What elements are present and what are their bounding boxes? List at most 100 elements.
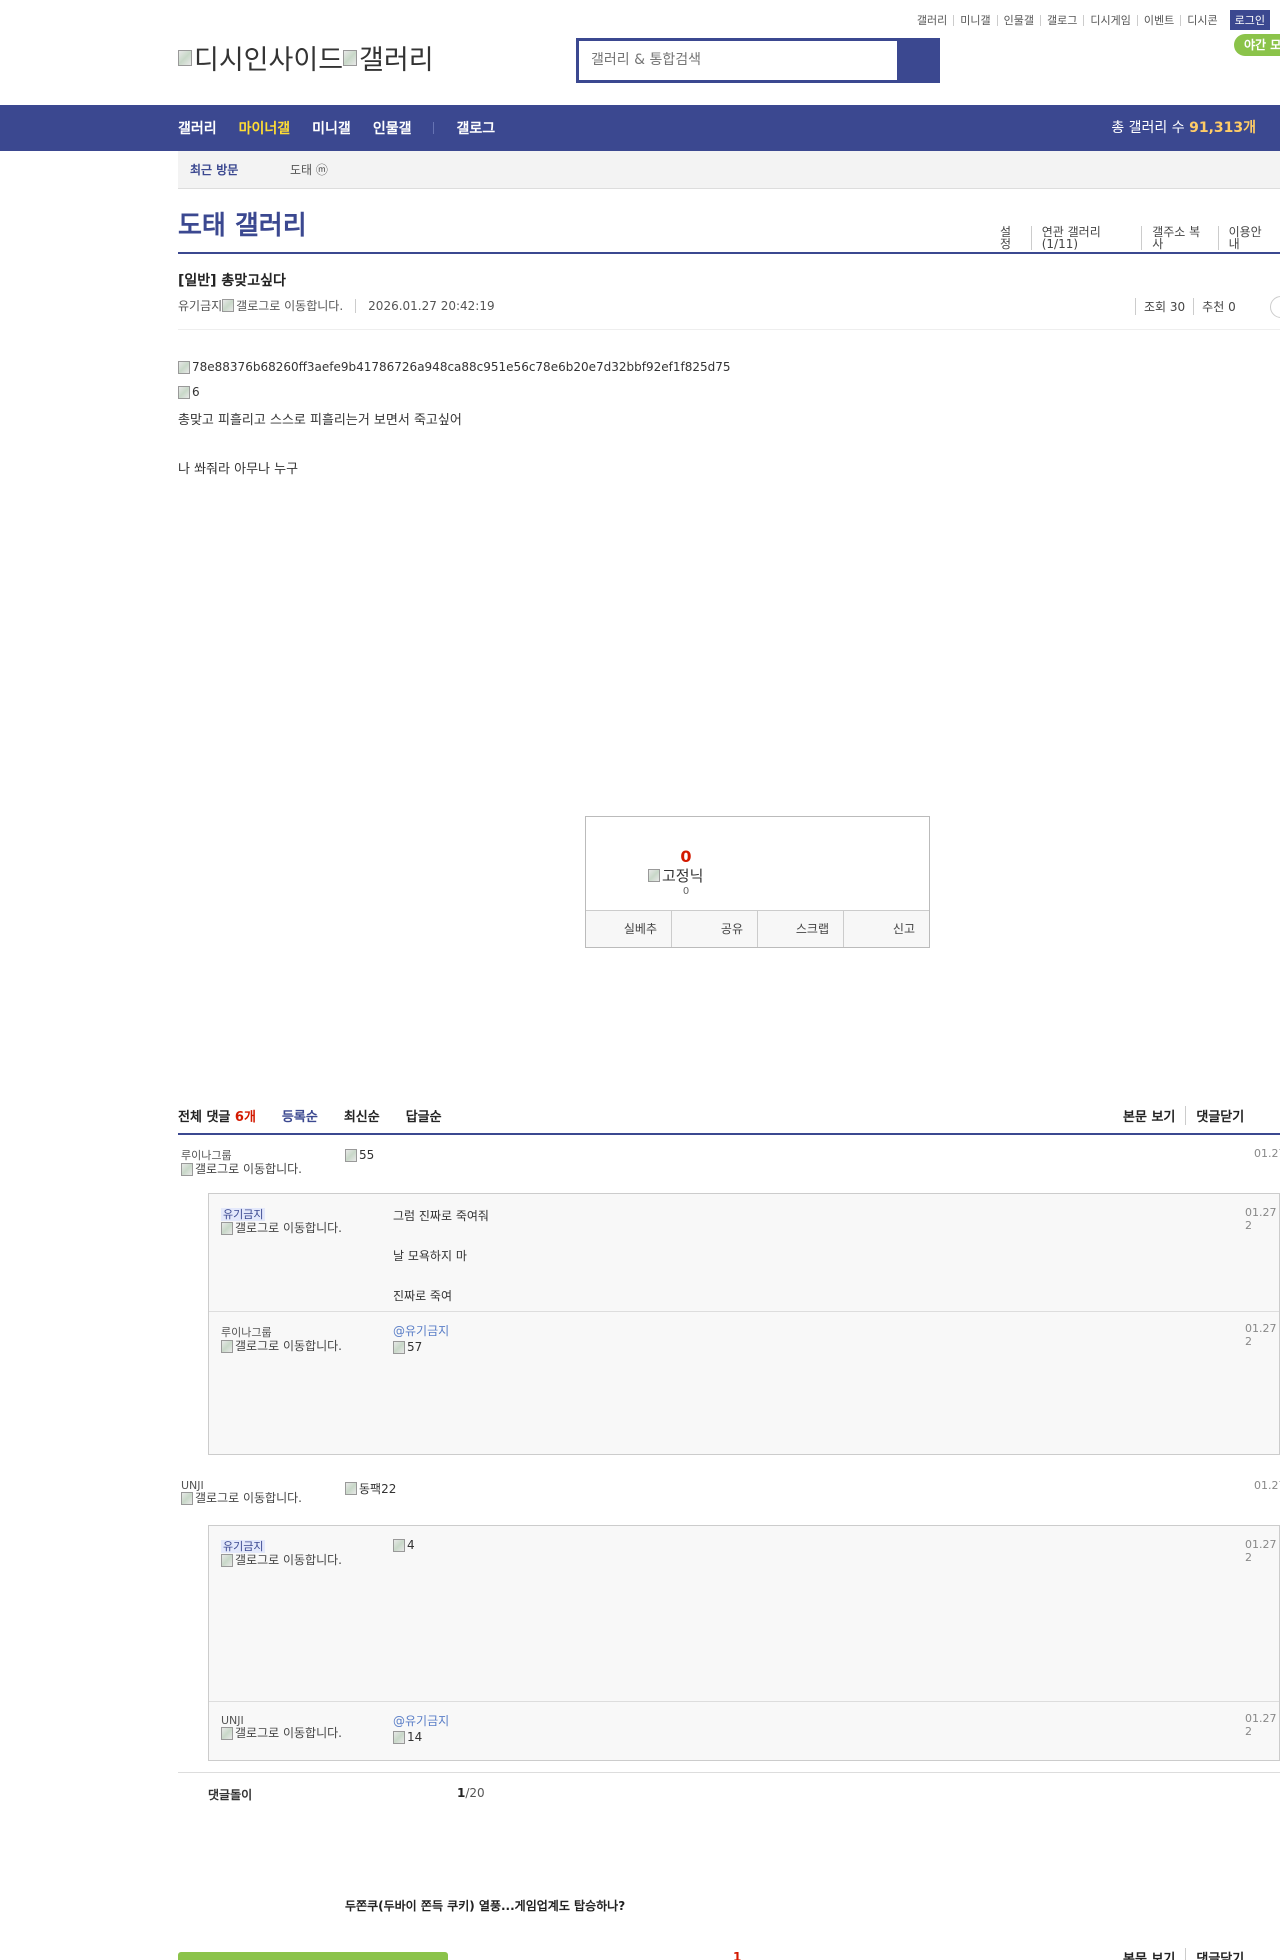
comment-image-alt: 57: [407, 1340, 423, 1354]
post-header-divider: [178, 329, 1280, 330]
view-post-link[interactable]: 본문 보기: [1123, 1106, 1185, 1125]
reply-text-line: 그럼 진짜로 죽여줘: [393, 1209, 489, 1223]
broken-image-icon: [221, 1727, 233, 1740]
util-nav: 갤러리 미니갤 인물갤 갤로그 디시게임 이벤트 디시콘 로그인: [911, 10, 1270, 30]
comment-nick[interactable]: 유기금지: [221, 1540, 266, 1553]
util-link-dccon[interactable]: 디시콘: [1180, 14, 1223, 26]
gallog-link[interactable]: 갤로그로 이동합니다.: [221, 1340, 351, 1353]
broken-image-icon: [393, 1340, 405, 1354]
recent-visit-item[interactable]: 도태 ⓜ: [290, 151, 328, 189]
comment-date: 01.27 2: [1245, 1322, 1277, 1348]
fixed-nick-count: 0: [682, 886, 690, 897]
gallery-title[interactable]: 도태 갤러리: [178, 205, 307, 242]
broken-image-icon: [345, 1148, 357, 1162]
util-link-game[interactable]: 디시게임: [1083, 14, 1136, 26]
gallog-link[interactable]: 갤로그로 이동합니다.: [181, 1492, 311, 1505]
comment-nick[interactable]: 루이나그룹: [181, 1147, 311, 1163]
recommend-box: 0 고정닉 0 실베추 공유 스크랩 신고: [585, 816, 930, 948]
util-link-event[interactable]: 이벤트: [1136, 14, 1180, 26]
silbe-recommend-button[interactable]: 실베추: [586, 911, 671, 947]
comment-refresh-button[interactable]: 댓글돌이: [208, 1786, 252, 1803]
bottom-links: 본문 보기 댓글닫기: [1123, 1948, 1254, 1960]
site-logo[interactable]: 디시인사이드 갤러리: [178, 38, 434, 77]
gallog-link[interactable]: 갤로그로 이동합니다.: [221, 1554, 351, 1567]
gallog-alt-text: 갤로그로 이동합니다.: [236, 299, 344, 313]
close-comments-link[interactable]: 댓글닫기: [1185, 1948, 1254, 1960]
sort-replies[interactable]: 답글순: [406, 1106, 442, 1125]
scrap-button[interactable]: 스크랩: [757, 911, 843, 947]
comment-date: 01.27 2: [1245, 1712, 1277, 1738]
reply-item: 루이나그룹 갤로그로 이동합니다. @유기금지 57 01.27 2: [209, 1311, 1279, 1455]
reply-text-line: 진짜로 죽여: [393, 1289, 453, 1303]
more-options-icon[interactable]: [1270, 296, 1280, 318]
post-title: [일반] 총맞고싶다: [178, 273, 286, 289]
gallog-icon[interactable]: [222, 299, 235, 312]
util-link-gallog[interactable]: 갤로그: [1040, 14, 1083, 26]
gallog-link-text: 갤로그로 이동합니다.: [195, 1491, 302, 1505]
reply-box: 유기금지 갤로그로 이동합니다. 4 01.27 2 UNJI 갤로그로 이동합…: [208, 1525, 1280, 1761]
reply-mention[interactable]: @유기금지: [393, 1712, 449, 1729]
view-post-link[interactable]: 본문 보기: [1123, 1948, 1185, 1960]
post-date: 2026.01.27 20:42:19: [355, 298, 495, 313]
util-link-person[interactable]: 인물갤: [996, 14, 1040, 26]
nav-divider: [433, 122, 435, 134]
gallog-link[interactable]: 갤로그로 이동합니다.: [181, 1163, 311, 1176]
gallery-count-label: 총 갤러리 수: [1111, 120, 1185, 136]
nav-mini-gallery[interactable]: 미니갤: [312, 118, 351, 138]
related-gallery-link[interactable]: 연관 갤러리(1/11): [1030, 226, 1141, 250]
copy-address-link[interactable]: 갤주소 복사: [1141, 226, 1217, 250]
util-link-gallery[interactable]: 갤러리: [911, 15, 953, 26]
write-button-bar[interactable]: [178, 1952, 448, 1960]
reply-box: 유기금지 갤로그로 이동합니다. 그럼 진짜로 죽여줘 날 모욕하지 마 진짜로…: [208, 1193, 1280, 1455]
gallery-count-value: 91,313개: [1189, 120, 1256, 136]
news-headline-link[interactable]: 두쫀쿠(두바이 쫀득 쿠키) 열풍...게임업계도 탑승하나?: [345, 1897, 625, 1914]
usage-guide-link[interactable]: 이용안내: [1217, 226, 1280, 250]
gallog-link[interactable]: 갤로그로 이동합니다.: [221, 1727, 351, 1740]
recent-visit-bar: 최근 방문 도태 ⓜ: [178, 151, 1280, 189]
nav-minor-gallery[interactable]: 마이너갤: [239, 118, 291, 138]
broken-image-icon: [178, 360, 190, 374]
login-button[interactable]: 로그인: [1229, 10, 1270, 30]
nav-person-gallery[interactable]: 인물갤: [373, 118, 412, 138]
sort-latest[interactable]: 최신순: [344, 1106, 380, 1125]
broken-image-icon: [221, 1554, 233, 1567]
nav-gallery[interactable]: 갤러리: [178, 118, 217, 138]
sort-registered[interactable]: 등록순: [282, 1106, 318, 1125]
comment-image-alt: 동팩22: [359, 1482, 397, 1496]
night-mode-toggle[interactable]: 야간 모드: [1234, 34, 1280, 56]
comment-nick[interactable]: 유기금지: [221, 1208, 266, 1221]
gallog-link-text: 갤로그로 이동합니다.: [195, 1162, 302, 1176]
fixed-nick-recommend[interactable]: 고정닉: [648, 865, 703, 886]
gallery-settings-link[interactable]: 설정: [990, 226, 1031, 250]
post-image-1: 78e88376b68260ff3aefe9b41786726a948ca88c…: [178, 360, 731, 374]
recent-visit-label: 최근 방문: [190, 163, 239, 177]
share-button[interactable]: 공유: [671, 911, 757, 947]
comment-item: UNJI 갤로그로 이동합니다.: [181, 1479, 311, 1505]
comment-pagination: 1/20: [457, 1786, 485, 1800]
report-button[interactable]: 신고: [843, 911, 929, 947]
post-author[interactable]: 유기금지: [178, 297, 222, 314]
comments-header-divider: [178, 1133, 1280, 1135]
search-input[interactable]: [579, 41, 897, 80]
close-comments-link[interactable]: 댓글닫기: [1185, 1106, 1254, 1125]
comments-total-label: 전체 댓글: [178, 1110, 231, 1125]
page-number[interactable]: 1: [733, 1950, 741, 1960]
fixed-nick-label: 고정닉: [662, 867, 704, 885]
broken-image-icon: [345, 1482, 357, 1495]
gallog-link[interactable]: 갤로그로 이동합니다.: [221, 1222, 351, 1235]
reply-content: 14: [393, 1730, 422, 1744]
comment-item: 루이나그룹 갤로그로 이동합니다.: [181, 1147, 311, 1176]
comment-image-alt: 55: [359, 1148, 375, 1162]
search-button[interactable]: [897, 41, 937, 80]
gallery-count: 총 갤러리 수 91,313개: [1111, 105, 1256, 151]
nav-gallog[interactable]: 갤로그: [456, 118, 495, 138]
comment-date: 01.27 2: [1245, 1538, 1277, 1564]
post-text-line-1: 총맞고 피흘리고 스스로 피흘리는거 보면서 죽고싶어: [178, 413, 462, 428]
util-link-minigall[interactable]: 미니갤: [953, 14, 996, 26]
gallog-link-text: 갤로그로 이동합니다.: [235, 1221, 342, 1235]
search-box: [576, 38, 940, 83]
logo-text: 디시인사이드: [194, 45, 344, 76]
reply-mention[interactable]: @유기금지: [393, 1322, 449, 1339]
reply-content: 57: [393, 1340, 422, 1354]
comment-nick[interactable]: 루이나그룹: [221, 1324, 351, 1340]
